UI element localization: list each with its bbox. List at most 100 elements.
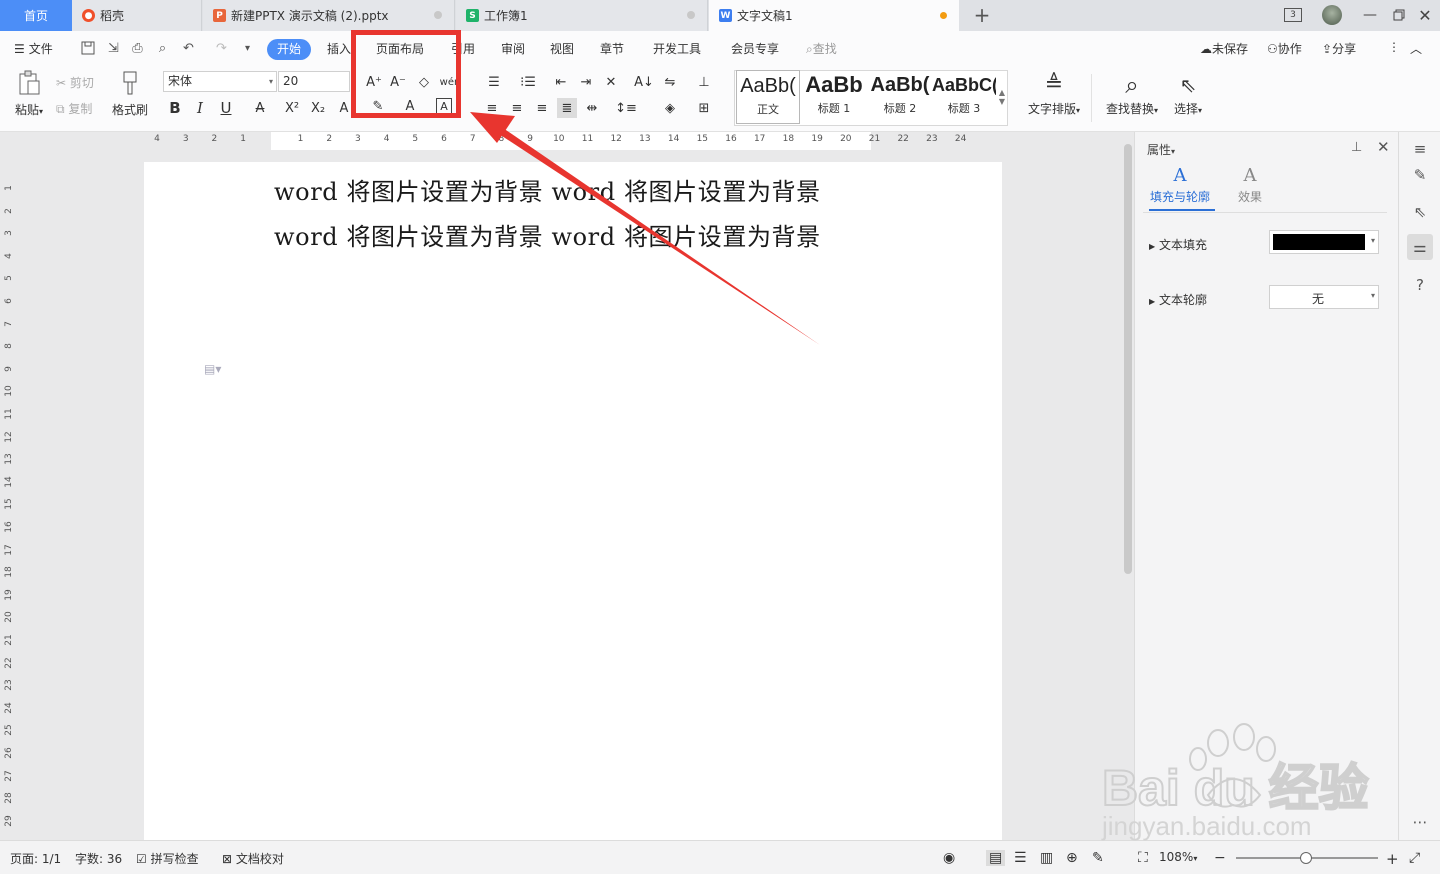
horizontal-ruler[interactable]: 4 3 2 1 1 2 3 4 5 6 7 8 9 10 11 12 13 14 15 16 17 18 19 20 21 22 2… [143, 132, 1003, 150]
cut-button[interactable]: ✂ 剪切 [56, 74, 94, 91]
customize-chevron-icon[interactable]: ▾ [240, 41, 255, 56]
underline-icon[interactable]: U [216, 98, 236, 118]
window-count-icon[interactable]: 3 [1281, 5, 1305, 25]
read-view-icon[interactable]: ▥ [1040, 850, 1053, 866]
save-icon[interactable] [80, 41, 95, 56]
zoom-slider-handle[interactable] [1300, 852, 1312, 864]
decrease-indent-icon[interactable]: ⇤ [551, 72, 571, 92]
panel-title[interactable]: 属性▾ [1147, 141, 1175, 158]
shading-icon[interactable]: ◈ [660, 98, 680, 118]
menu-lines-icon[interactable]: ≡ [1407, 136, 1433, 162]
panel-close-icon[interactable]: ✕ [1377, 138, 1390, 156]
tab-ppt[interactable]: P 新建PPTX 演示文稿 (2).pptx [203, 0, 455, 31]
borders-icon[interactable]: ⊞ [694, 98, 714, 118]
page-view-icon[interactable]: ▤ [986, 850, 1006, 866]
style-heading2[interactable]: AaBb( 标题 2 [868, 70, 932, 124]
proofread-button[interactable]: ⊠ 文档校对 [222, 850, 284, 867]
web-view-icon[interactable]: ⊕ [1066, 850, 1078, 866]
tab-effect[interactable]: A 效果 [1215, 164, 1285, 205]
select-button[interactable]: ⇖ 选择▾ [1168, 70, 1208, 117]
chinese-layout-icon[interactable]: ✕ [601, 72, 621, 92]
zoom-in-icon[interactable]: + [1386, 850, 1399, 868]
align-right-icon[interactable]: ≡ [532, 98, 552, 118]
tab-devtools[interactable]: 开发工具 [653, 40, 701, 57]
outline-view-icon[interactable]: ☰ [1014, 850, 1027, 866]
collab-button[interactable]: ⚇协作 [1267, 40, 1302, 57]
fullscreen-icon[interactable]: ⤢ [1409, 850, 1420, 866]
spell-check-button[interactable]: ☑ 拼写检查 [136, 850, 199, 867]
undo-icon[interactable]: ↶ [181, 41, 196, 56]
redo-icon[interactable]: ↷ [214, 41, 229, 56]
font-size-select[interactable]: 20 [278, 71, 350, 92]
document-page[interactable]: word 将图片设置为背景 word 将图片设置为背景 word 将图片设置为背… [144, 162, 1002, 842]
tab-fill-outline[interactable]: A 填充与轮廓 [1145, 164, 1215, 211]
text-layout-button[interactable]: ≜ 文字排版▾ [1024, 70, 1084, 117]
zoom-out-icon[interactable]: − [1214, 850, 1226, 866]
strikethrough-icon[interactable]: A [250, 98, 270, 118]
fit-page-icon[interactable]: ⛶ [1138, 850, 1148, 866]
align-left-icon[interactable]: ≡ [482, 98, 502, 118]
tab-start[interactable]: 开始 [267, 39, 311, 60]
write-view-icon[interactable]: ✎ [1092, 850, 1104, 866]
eye-protect-icon[interactable]: ◉ [943, 850, 955, 866]
print-preview-icon[interactable]: ⌕ [155, 41, 170, 56]
vertical-ruler[interactable]: 1 2 3 4 5 6 7 8 9 10 11 12 13 14 15 16 17 18 19 20 21 22 23 24 2… [0, 150, 16, 840]
page-indicator[interactable]: 页面: 1/1 [10, 850, 61, 867]
tab-close-icon[interactable] [687, 11, 695, 19]
tab-review[interactable]: 审阅 [501, 40, 525, 57]
italic-icon[interactable]: I [190, 98, 210, 118]
minimize-icon[interactable]: — [1358, 5, 1382, 25]
tab-home[interactable]: 首页 [0, 0, 72, 31]
text-outline-select[interactable]: 无 ▾ [1269, 285, 1379, 309]
sort-icon[interactable]: A↓ [634, 72, 654, 92]
text-fill-color-select[interactable]: ▾ [1269, 230, 1379, 254]
tab-doc[interactable]: W 文字文稿1 [709, 0, 959, 31]
share-button[interactable]: ⇪分享 [1322, 40, 1356, 57]
restore-icon[interactable] [1387, 5, 1411, 25]
properties-icon[interactable]: ⚌ [1407, 234, 1433, 260]
print-icon[interactable]: ⎙ [130, 41, 145, 56]
tab-vip[interactable]: 会员专享 [731, 40, 779, 57]
tab-stop-icon[interactable]: ⊥ [694, 72, 714, 92]
more-icon[interactable]: ⋯ [1407, 809, 1433, 835]
help-icon[interactable]: ? [1407, 272, 1433, 298]
find-replace-button[interactable]: ⌕ 查找替换▾ [1101, 70, 1163, 117]
tab-xls[interactable]: S 工作簿1 [456, 0, 708, 31]
increase-indent-icon[interactable]: ⇥ [576, 72, 596, 92]
style-gallery-scroll-icon[interactable]: ▲ ▼ [996, 70, 1008, 124]
tab-chapter[interactable]: 章节 [600, 40, 624, 57]
line-spacing-icon[interactable]: ↕≡ [615, 98, 637, 118]
text-fill-row[interactable]: ▶ 文本填充 [1149, 236, 1207, 253]
numbered-list-icon[interactable]: ⁝☰ [518, 72, 538, 92]
scroll-thumb[interactable] [1124, 144, 1132, 574]
word-count[interactable]: 字数: 36 [75, 850, 122, 867]
align-center-icon[interactable]: ≡ [507, 98, 527, 118]
more-icon[interactable]: ⋮ [1388, 40, 1400, 54]
tab-insert[interactable]: 插入 [327, 40, 351, 57]
copy-button[interactable]: ⧉ 复制 [56, 100, 92, 117]
file-menu[interactable]: ☰ 文件 [14, 40, 53, 57]
style-heading1[interactable]: AaBb 标题 1 [802, 70, 866, 124]
tab-daoke[interactable]: ● 稻壳 [72, 0, 202, 31]
subscript-icon[interactable]: X₂ [308, 98, 328, 118]
avatar[interactable] [1320, 5, 1344, 25]
search-box[interactable]: ⌕查找 [806, 40, 837, 57]
close-icon[interactable]: ✕ [1413, 5, 1437, 25]
zoom-level[interactable]: 108%▾ [1159, 850, 1197, 864]
unsaved-button[interactable]: ☁未保存 [1200, 40, 1248, 57]
document-line[interactable]: word 将图片设置为背景 word 将图片设置为背景 [274, 217, 821, 252]
pen-icon[interactable]: ✎ [1407, 162, 1433, 188]
zoom-slider[interactable] [1236, 852, 1378, 864]
document-line[interactable]: word 将图片设置为背景 word 将图片设置为背景 [274, 172, 821, 207]
new-tab-button[interactable]: + [970, 4, 994, 28]
text-outline-row[interactable]: ▶ 文本轮廓 [1149, 291, 1207, 308]
tab-close-icon[interactable] [434, 11, 442, 19]
superscript-icon[interactable]: X² [282, 98, 302, 118]
cursor-icon[interactable]: ⇖ [1407, 199, 1433, 225]
bold-icon[interactable]: B [165, 98, 185, 118]
style-normal[interactable]: AaBb( 正文 [736, 70, 800, 124]
font-name-select[interactable]: 宋体 ▾ [163, 71, 277, 92]
align-justify-icon[interactable]: ≣ [557, 98, 577, 118]
paragraph-mark-icon[interactable]: ⇋ [660, 72, 680, 92]
style-heading3[interactable]: AaBbC( 标题 3 [932, 70, 996, 124]
